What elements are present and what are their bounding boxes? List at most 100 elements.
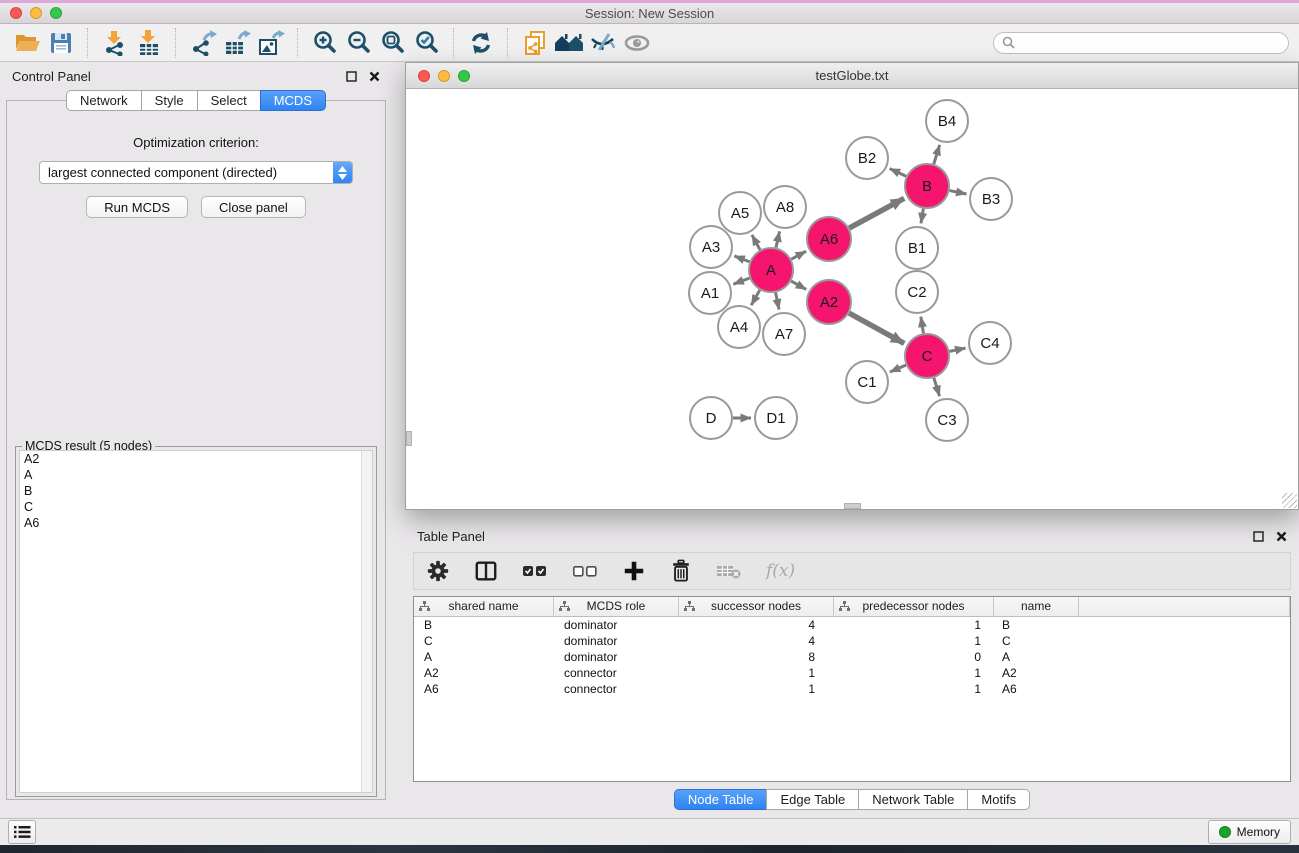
minimize-network-window-button[interactable]	[438, 70, 450, 82]
graph-node-A[interactable]: A	[749, 248, 793, 292]
import-network-button[interactable]	[98, 27, 132, 59]
tab-mcds[interactable]: MCDS	[260, 90, 326, 111]
graph-node-B[interactable]: B	[905, 164, 949, 208]
column-header-name[interactable]: name	[994, 597, 1079, 616]
search-input[interactable]	[1020, 36, 1280, 50]
optimization-criterion-select[interactable]: largest connected component (directed)	[39, 161, 353, 184]
import-table-button[interactable]	[132, 27, 166, 59]
graph-edge-B-B3[interactable]	[950, 191, 967, 194]
hide-selected-button[interactable]	[586, 27, 620, 59]
window-resize-grip[interactable]	[1282, 493, 1297, 508]
graph-edge-C-C1[interactable]	[890, 365, 906, 372]
show-all-button[interactable]	[620, 27, 654, 59]
graph-node-B1[interactable]: B1	[896, 227, 938, 269]
close-panel-button[interactable]: Close panel	[201, 196, 306, 218]
table-row[interactable]: A2connector11A2	[414, 665, 1290, 681]
tab-style[interactable]: Style	[141, 90, 198, 111]
float-panel-icon[interactable]	[1253, 531, 1264, 542]
task-history-button[interactable]	[8, 820, 36, 844]
split-panel-icon[interactable]	[474, 559, 498, 583]
graph-node-C[interactable]: C	[905, 334, 949, 378]
table-row[interactable]: Cdominator41C	[414, 633, 1290, 649]
graph-node-A2[interactable]: A2	[807, 280, 851, 324]
graph-edge-A-A1[interactable]	[733, 278, 749, 284]
column-header-MCDS-role[interactable]: MCDS role	[554, 597, 679, 616]
graph-edge-A-A8[interactable]	[776, 231, 780, 247]
graph-node-C1[interactable]: C1	[846, 361, 888, 403]
graph-edge-A-A6[interactable]	[791, 251, 806, 259]
graph-node-A8[interactable]: A8	[764, 186, 806, 228]
graph-node-B4[interactable]: B4	[926, 100, 968, 142]
close-panel-icon[interactable]	[369, 71, 380, 82]
graph-node-B3[interactable]: B3	[970, 178, 1012, 220]
graph-edge-B-B2[interactable]	[890, 169, 907, 177]
tab-edge-table[interactable]: Edge Table	[766, 789, 859, 810]
graph-node-A7[interactable]: A7	[763, 313, 805, 355]
graph-edge-C-C4[interactable]	[950, 348, 966, 351]
table-row[interactable]: Bdominator41B	[414, 617, 1290, 633]
export-image-button[interactable]	[254, 27, 288, 59]
graph-node-A3[interactable]: A3	[690, 226, 732, 268]
graph-edge-B-B4[interactable]	[934, 145, 940, 164]
graph-node-D[interactable]: D	[690, 397, 732, 439]
column-header-predecessor-nodes[interactable]: predecessor nodes	[834, 597, 994, 616]
graph-edge-A-A4[interactable]	[751, 290, 760, 305]
run-mcds-button[interactable]: Run MCDS	[86, 196, 188, 218]
delete-column-trash-icon[interactable]	[670, 559, 692, 583]
result-list-scrollbar[interactable]	[361, 451, 372, 792]
table-row[interactable]: A6connector11A6	[414, 681, 1290, 697]
zoom-window-button[interactable]	[50, 7, 62, 19]
duplicate-network-button[interactable]	[518, 27, 552, 59]
graph-node-C2[interactable]: C2	[896, 271, 938, 313]
close-network-window-button[interactable]	[418, 70, 430, 82]
result-item-A2[interactable]: A2	[20, 451, 372, 467]
graph-edge-C-C2[interactable]	[921, 317, 924, 334]
result-item-A6[interactable]: A6	[20, 515, 372, 531]
zoom-network-window-button[interactable]	[458, 70, 470, 82]
graph-edge-A-A2[interactable]	[791, 281, 806, 289]
column-header-successor-nodes[interactable]: successor nodes	[679, 597, 834, 616]
zoom-selected-button[interactable]	[410, 27, 444, 59]
graph-node-D1[interactable]: D1	[755, 397, 797, 439]
deselect-all-checkboxes-icon[interactable]	[572, 562, 598, 580]
tab-node-table[interactable]: Node Table	[674, 789, 768, 810]
table-settings-gear-icon[interactable]	[426, 559, 450, 583]
zoom-out-button[interactable]	[342, 27, 376, 59]
minimize-window-button[interactable]	[30, 7, 42, 19]
result-item-C[interactable]: C	[20, 499, 372, 515]
graph-node-A4[interactable]: A4	[718, 306, 760, 348]
open-session-button[interactable]	[10, 27, 44, 59]
add-column-plus-icon[interactable]	[622, 559, 646, 583]
graph-edge-C-C3[interactable]	[934, 378, 940, 396]
close-window-button[interactable]	[10, 7, 22, 19]
export-table-button[interactable]	[220, 27, 254, 59]
close-panel-icon[interactable]	[1276, 531, 1287, 542]
tab-network[interactable]: Network	[66, 90, 142, 111]
network-graph[interactable]: B4B2BB3A5A8A6A3B1AC2A1A2A4A7CC4C1C3DD1	[406, 89, 1298, 509]
table-row[interactable]: Adominator80A	[414, 649, 1290, 665]
network-canvas[interactable]: B4B2BB3A5A8A6A3B1AC2A1A2A4A7CC4C1C3DD1	[406, 89, 1298, 509]
zoom-fit-button[interactable]	[376, 27, 410, 59]
tab-network-table[interactable]: Network Table	[858, 789, 968, 810]
search-field[interactable]	[993, 32, 1289, 54]
graph-edge-A2-C[interactable]	[849, 313, 904, 343]
houses-icon-button[interactable]	[552, 27, 586, 59]
float-panel-icon[interactable]	[346, 71, 357, 82]
export-network-button[interactable]	[186, 27, 220, 59]
graph-node-A6[interactable]: A6	[807, 217, 851, 261]
save-session-button[interactable]	[44, 27, 78, 59]
graph-node-C3[interactable]: C3	[926, 399, 968, 441]
graph-edge-B-B1[interactable]	[921, 209, 923, 224]
graph-edge-A-A3[interactable]	[734, 256, 749, 262]
memory-button[interactable]: Memory	[1208, 820, 1291, 844]
refresh-button[interactable]	[464, 27, 498, 59]
result-item-B[interactable]: B	[20, 483, 372, 499]
graph-node-A5[interactable]: A5	[719, 192, 761, 234]
result-item-A[interactable]: A	[20, 467, 372, 483]
horizontal-scroll-thumb[interactable]	[844, 503, 861, 509]
graph-edge-A6-B[interactable]	[849, 198, 904, 228]
graph-edge-A-A7[interactable]	[776, 293, 779, 310]
graph-edge-A-A5[interactable]	[752, 235, 760, 250]
column-header-shared-name[interactable]: shared name	[414, 597, 554, 616]
network-window-titlebar[interactable]: testGlobe.txt	[406, 63, 1298, 89]
